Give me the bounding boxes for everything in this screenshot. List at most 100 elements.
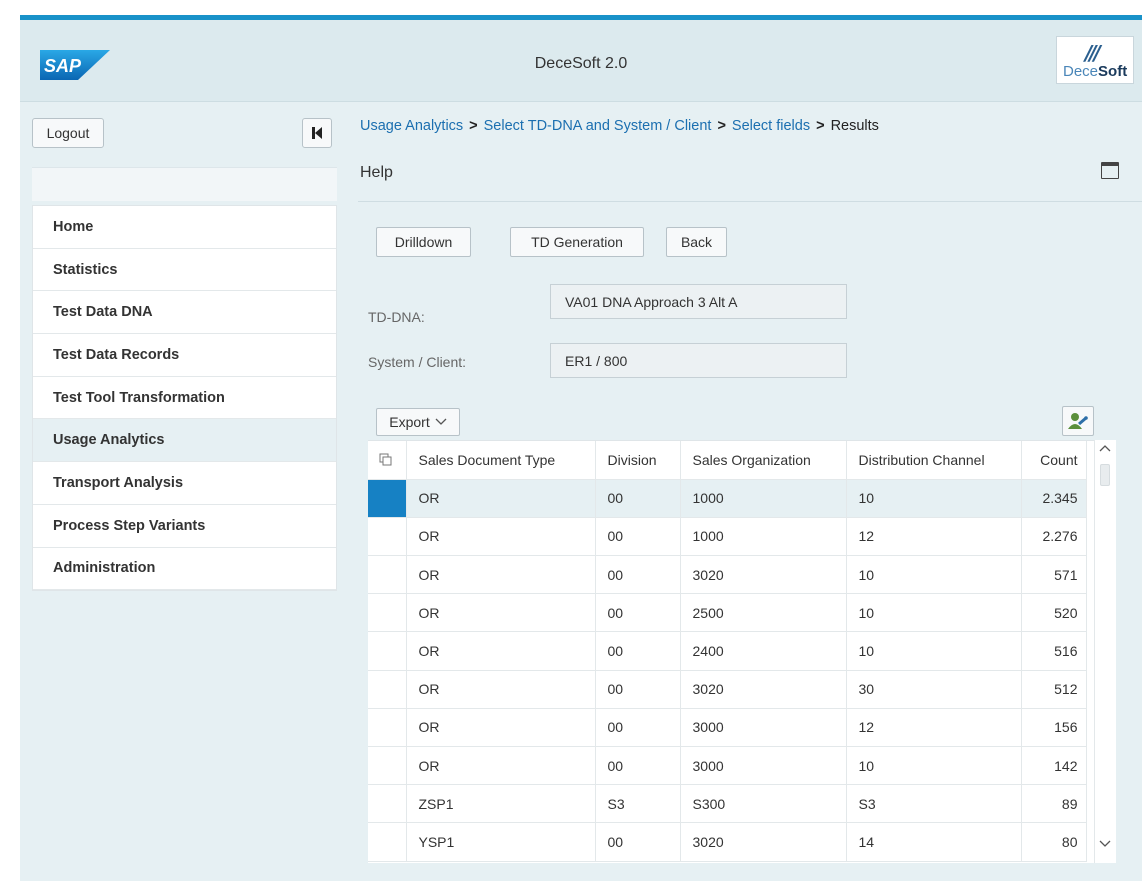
table-row[interactable]: OR 00 3000 12 156 [368,708,1087,748]
column-header[interactable]: Sales Organization [680,441,847,480]
row-selector[interactable] [368,517,407,557]
sidebar-item-test-tool-transformation[interactable]: Test Tool Transformation [33,377,336,420]
system-client-label: System / Client: [368,354,467,370]
table-cell: 3020 [680,555,847,595]
export-label: Export [389,414,430,430]
breadcrumb-separator: > [469,118,478,134]
decesoft-logo-stripes: /// [1085,41,1101,65]
breadcrumb-link[interactable]: Usage Analytics [360,118,463,134]
logout-button[interactable]: Logout [32,118,104,148]
table-cell: 10 [846,593,1022,633]
breadcrumb-separator: > [816,118,825,134]
table-cell: 00 [595,593,681,633]
table-cell: 10 [846,631,1022,671]
app-title: DeceSoft 2.0 [534,55,628,72]
breadcrumb-separator: > [717,118,726,134]
back-button[interactable]: Back [666,227,727,257]
table-cell: OR [406,708,596,748]
table-cell: 10 [846,746,1022,786]
table-cell: 89 [1021,784,1087,824]
table-row[interactable]: OR 00 2500 10 520 [368,593,1087,633]
row-selector[interactable] [368,822,407,862]
results-table: Sales Document Type Division Sales Organiz… [368,440,1094,863]
table-cell: 156 [1021,708,1087,748]
table-row[interactable]: OR 00 2400 10 516 [368,631,1087,671]
tddna-field: VA01 DNA Approach 3 Alt A [550,284,847,319]
table-cell: 00 [595,670,681,709]
app-frame: SAP DeceSoft 2.0 /// DeceSoft Logout Hom… [20,15,1142,881]
column-header[interactable]: Distribution Channel [846,441,1022,480]
column-header[interactable]: Count [1021,441,1087,480]
skip-to-start-icon [312,127,322,139]
table-scrollbar[interactable] [1094,440,1116,863]
table-cell: 10 [846,555,1022,595]
sidebar-item-usage-analytics[interactable]: Usage Analytics [33,419,336,463]
table-row[interactable]: OR 00 1000 12 2.276 [368,517,1087,557]
table-cell: 00 [595,708,681,748]
system-client-field: ER1 / 800 [550,343,847,378]
row-selector[interactable] [368,593,407,633]
table-cell: 3000 [680,708,847,748]
collapse-sidebar-button[interactable] [302,118,332,148]
drilldown-button[interactable]: Drilldown [376,227,471,257]
sidebar-item-transport-analysis[interactable]: Transport Analysis [33,462,336,505]
column-header[interactable]: Division [595,441,681,480]
breadcrumb: Usage Analytics > Select TD-DNA and System… [360,118,879,134]
table-cell: 2.276 [1021,517,1087,557]
breadcrumb-link[interactable]: Select fields [732,118,810,134]
table-cell: 12 [846,517,1022,557]
sidebar-item-home[interactable]: Home [33,206,336,249]
table-cell: 12 [846,708,1022,748]
table-header-row: Sales Document Type Division Sales Organiz… [368,441,1087,480]
sidebar-item-statistics[interactable]: Statistics [33,249,336,292]
export-dropdown[interactable]: Export [376,408,460,436]
chevron-down-icon [435,418,447,425]
scrollbar-thumb[interactable] [1100,464,1110,486]
table-row[interactable]: YSP1 00 3020 14 80 [368,822,1087,862]
table-cell: OR [406,479,596,518]
row-selector[interactable] [368,555,407,595]
table-cell: 00 [595,555,681,595]
column-header[interactable]: Sales Document Type [406,441,596,480]
table-cell: 571 [1021,555,1087,595]
table-row[interactable]: ZSP1 S3 S300 S3 89 [368,784,1087,824]
table-personalize-button[interactable] [1062,406,1094,436]
table-cell: OR [406,670,596,709]
table-cell: 1000 [680,517,847,557]
breadcrumb-current: Results [830,118,879,134]
table-cell: YSP1 [406,822,596,862]
table-cell: S3 [595,784,681,824]
row-selector[interactable] [368,631,407,671]
table-cell: OR [406,517,596,557]
help-link[interactable]: Help [360,164,393,182]
table-cell: OR [406,555,596,595]
sidebar-item-process-step-variants[interactable]: Process Step Variants [33,505,336,548]
decesoft-logo-text: DeceSoft [1063,63,1128,80]
sidebar-spacer [32,167,337,201]
row-selector[interactable] [368,708,407,748]
scroll-down-icon[interactable] [1099,840,1111,848]
table-row[interactable]: OR 00 3020 10 571 [368,555,1087,595]
select-all-icon [379,453,392,466]
window-maximize-icon[interactable] [1101,162,1119,179]
table-cell: 00 [595,746,681,786]
sidebar-item-test-data-records[interactable]: Test Data Records [33,334,336,377]
table-cell: 2.345 [1021,479,1087,518]
breadcrumb-link[interactable]: Select TD-DNA and System / Client [484,118,712,134]
td-generation-button[interactable]: TD Generation [510,227,644,257]
row-selector[interactable] [368,784,407,824]
row-selector[interactable] [368,670,407,709]
table-row[interactable]: OR 00 3000 10 142 [368,746,1087,786]
table-row[interactable]: OR 00 3020 30 512 [368,670,1087,709]
scroll-up-icon[interactable] [1099,444,1111,452]
table-row[interactable]: OR 00 1000 10 2.345 [368,479,1087,518]
table-cell: 00 [595,822,681,862]
table-cell: OR [406,631,596,671]
sidebar-item-administration[interactable]: Administration [33,548,336,591]
row-selector[interactable] [368,746,407,786]
table-cell: 3000 [680,746,847,786]
select-all-cell[interactable] [368,441,407,480]
sidebar-item-test-data-dna[interactable]: Test Data DNA [33,291,336,335]
row-selector[interactable] [368,479,407,518]
table-cell: S3 [846,784,1022,824]
